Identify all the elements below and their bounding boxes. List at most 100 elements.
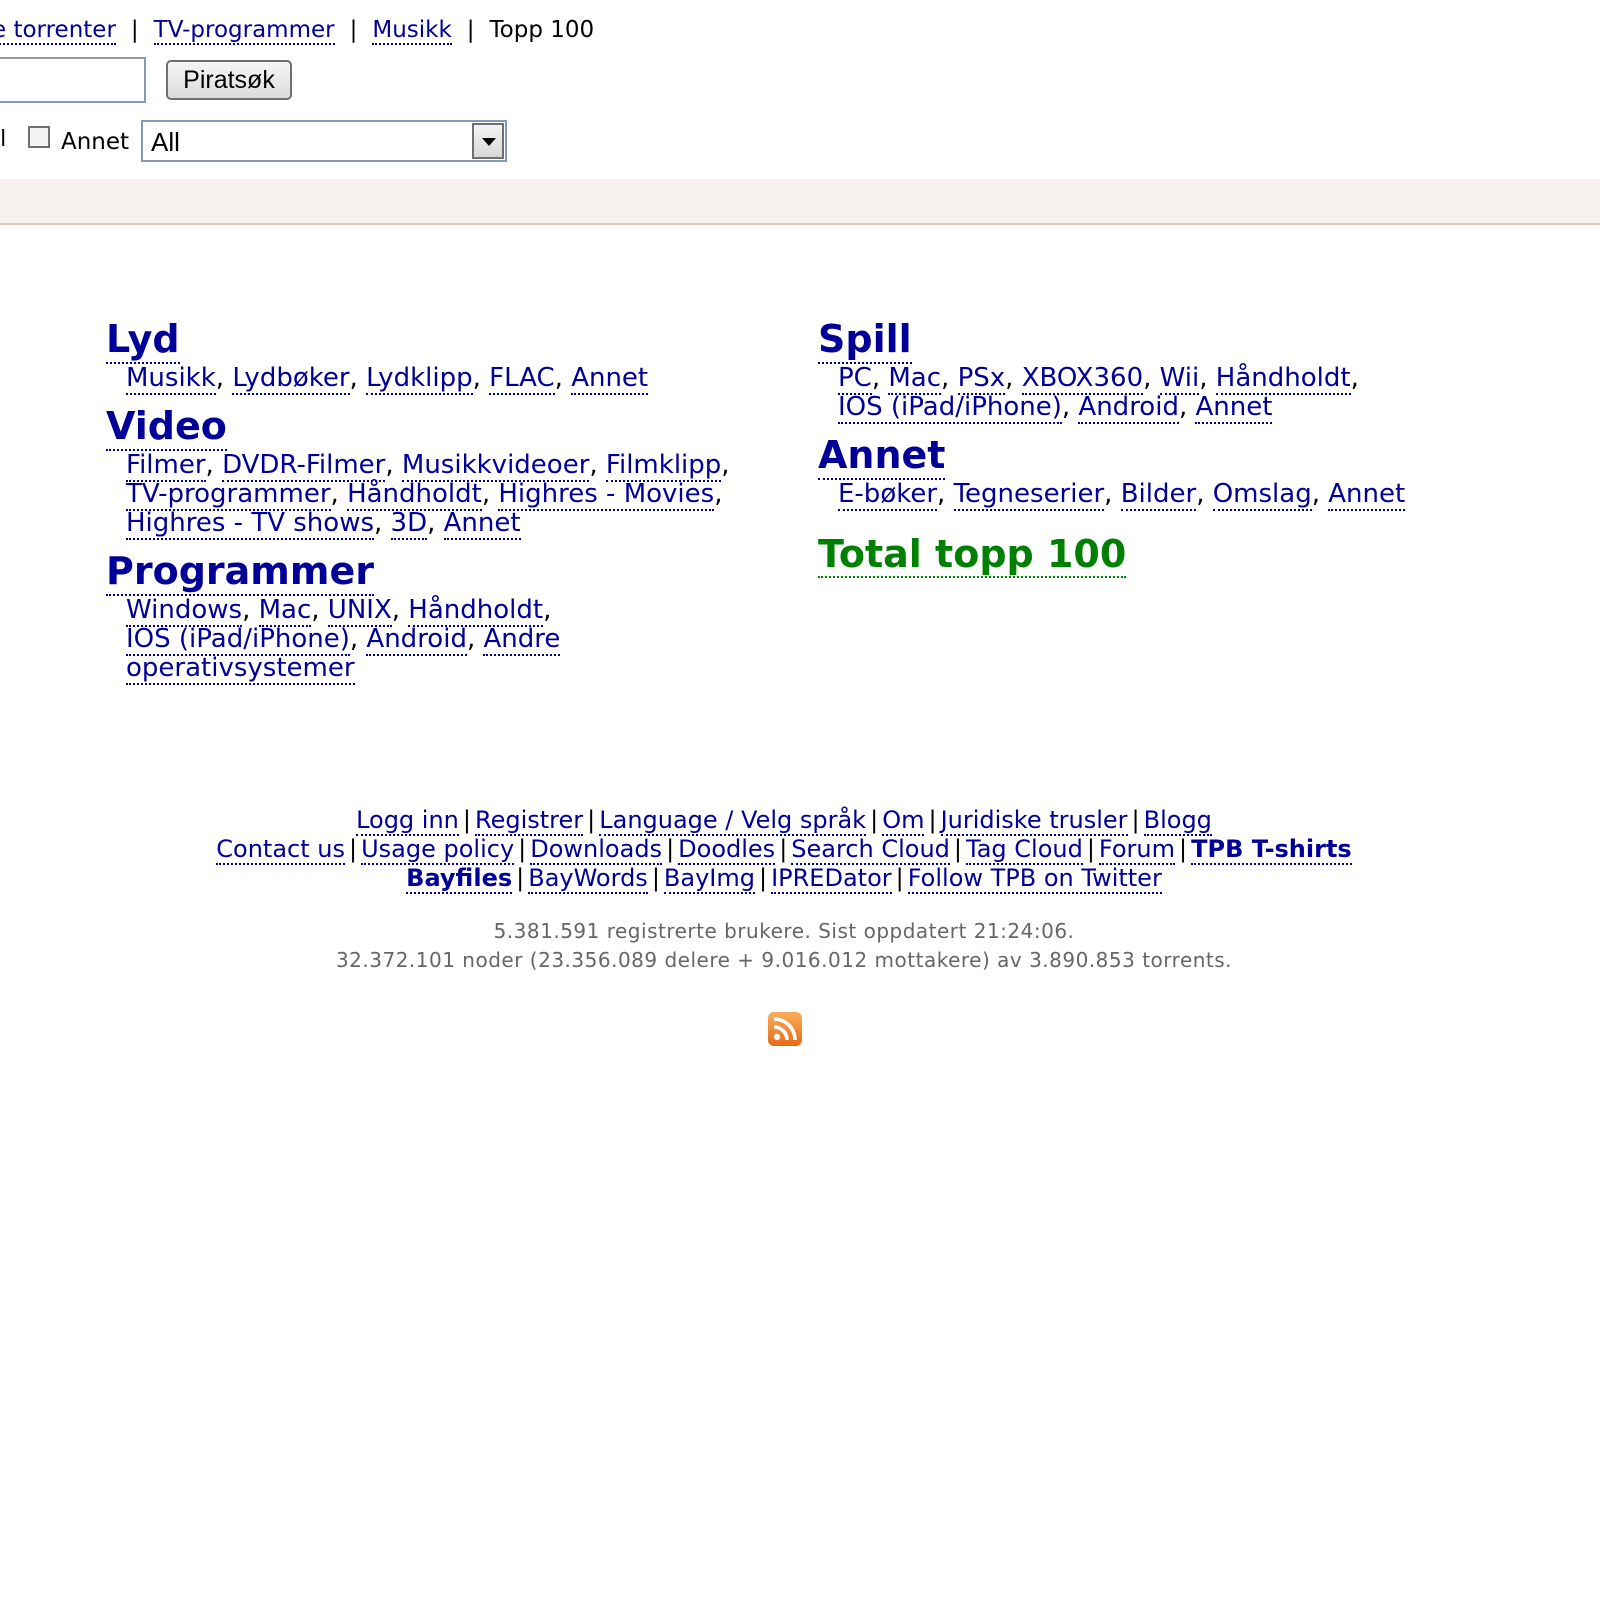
footer-link-usage-policy[interactable]: Usage policy (361, 835, 515, 865)
header-band (0, 179, 1600, 225)
footer-separator: | (516, 864, 525, 892)
nav-separator: | (130, 17, 139, 43)
subcategory-list: Filmer, DVDR-Filmer, Musikkvideoer, Film… (126, 450, 730, 540)
top-navigation: e torrenter | TV-programmer | Musikk | Topp 10… (0, 14, 594, 46)
subcategory-link-bilder[interactable]: Bilder (1120, 479, 1197, 511)
footer-link-baywords[interactable]: BayWords (528, 864, 648, 894)
footer-link-tpb-t-shirts[interactable]: TPB T-shirts (1191, 835, 1352, 865)
subcategory-link-3d[interactable]: 3D (390, 508, 428, 540)
subcategory-link-ios-ipad-iphone[interactable]: IOS (iPad/iPhone) (126, 624, 350, 656)
subcategory-link-lydklipp[interactable]: Lydklipp (366, 363, 473, 395)
site-statistics: 5.381.591 registrerte brukere. Sist oppd… (0, 917, 1568, 975)
subcategory-link-xbox360[interactable]: XBOX360 (1021, 363, 1144, 395)
footer-link-om[interactable]: Om (882, 806, 925, 836)
subcategory-link-annet[interactable]: Annet (571, 363, 649, 395)
annet-checkbox[interactable] (28, 126, 50, 148)
category-select-value: All (151, 127, 180, 157)
nav-link-tv-programmer[interactable]: TV-programmer (153, 17, 335, 45)
subcategory-link-håndholdt[interactable]: Håndholdt (408, 595, 544, 627)
subcategory-link-annet[interactable]: Annet (1195, 392, 1273, 424)
footer-link-ipredator[interactable]: IPREDator (771, 864, 892, 894)
footer-link-forum[interactable]: Forum (1098, 835, 1176, 865)
select-dropdown-button[interactable] (472, 123, 504, 159)
subcategory-link-musikk[interactable]: Musikk (126, 363, 216, 395)
subcategory-link-håndholdt[interactable]: Håndholdt (1215, 363, 1351, 395)
nav-link-musikk[interactable]: Musikk (372, 17, 452, 45)
footer-separator: | (518, 835, 527, 863)
subcategory-link-tv-programmer[interactable]: TV-programmer (126, 479, 331, 511)
footer-separator: | (1131, 806, 1140, 834)
subcategory-link-omslag[interactable]: Omslag (1212, 479, 1312, 511)
footer-link-row: Logg inn | Registrer | Language / Velg språk… (0, 806, 1568, 836)
rss-feed-icon[interactable] (768, 1012, 802, 1046)
footer-separator: | (870, 806, 879, 834)
category-column-left: Lyd Musikk, Lydbøker, Lydklipp, FLAC, Ann… (106, 316, 786, 693)
footer-separator: | (587, 806, 596, 834)
category-heading-spill[interactable]: Spill (818, 316, 912, 364)
subcategory-link-flac[interactable]: FLAC (489, 363, 555, 395)
subcategory-link-filmer[interactable]: Filmer (126, 450, 206, 482)
subcategory-link-annet[interactable]: Annet (1328, 479, 1406, 511)
subcategory-link-mac[interactable]: Mac (888, 363, 942, 395)
subcategory-link-ios-ipad-iphone[interactable]: IOS (iPad/iPhone) (838, 392, 1062, 424)
subcategory-link-unix[interactable]: UNIX (327, 595, 392, 627)
subcategory-link-håndholdt[interactable]: Håndholdt (347, 479, 482, 511)
category-heading-annet[interactable]: Annet (818, 432, 946, 480)
search-button[interactable]: Piratsøk (166, 60, 292, 100)
footer-link-blogg[interactable]: Blogg (1143, 806, 1212, 836)
subcategory-link-mac[interactable]: Mac (258, 595, 312, 627)
footer-separator: | (928, 806, 937, 834)
category-heading-video[interactable]: Video (106, 403, 227, 451)
footer-link-language-velg-språk[interactable]: Language / Velg språk (599, 806, 867, 836)
footer-link-downloads[interactable]: Downloads (530, 835, 663, 865)
subcategory-link-e-bøker[interactable]: E-bøker (838, 479, 938, 511)
cut-off-category-label: ll (0, 127, 7, 152)
category-heading-programmer[interactable]: Programmer (106, 548, 374, 596)
footer-separator: | (953, 835, 963, 863)
footer-link-registrer[interactable]: Registrer (474, 806, 584, 836)
footer-separator: | (779, 835, 788, 863)
category-column-right: Spill PC, Mac, PSx, XBOX360, Wii, Håndhol… (818, 316, 1498, 578)
subcategory-list: E-bøker, Tegneserier, Bilder, Omslag, An… (838, 479, 1406, 511)
subcategory-link-dvdr-filmer[interactable]: DVDR-Filmer (222, 450, 386, 482)
footer-link-bayfiles[interactable]: Bayfiles (406, 864, 513, 894)
stats-users-line: 5.381.591 registrerte brukere. Sist oppd… (493, 919, 1075, 943)
footer-link-doodles[interactable]: Doodles (678, 835, 776, 865)
subcategory-link-psx[interactable]: PSx (957, 363, 1006, 395)
subcategory-list: Windows, Mac, UNIX, Håndholdt, IOS (iPad… (126, 595, 561, 685)
subcategory-link-highres-movies[interactable]: Highres - Movies (498, 479, 715, 511)
total-top-100-link[interactable]: Total topp 100 (818, 532, 1127, 578)
footer-link-tag-cloud[interactable]: Tag Cloud (966, 835, 1083, 865)
footer-separator: | (651, 864, 660, 892)
category-heading-lyd[interactable]: Lyd (106, 316, 180, 364)
subcategory-link-tegneserier[interactable]: Tegneserier (953, 479, 1105, 511)
footer-links: Logg inn | Registrer | Language / Velg språk… (0, 806, 1568, 894)
category-select[interactable]: All (141, 120, 507, 162)
footer-separator: | (349, 835, 358, 863)
footer-link-juridiske-trusler[interactable]: Juridiske trusler (940, 806, 1128, 836)
nav-link-topp-100: Topp 100 (489, 17, 595, 43)
subcategory-link-pc[interactable]: PC (838, 363, 872, 395)
subcategory-link-annet[interactable]: Annet (443, 508, 521, 540)
footer-link-contact-us[interactable]: Contact us (216, 835, 345, 865)
subcategory-link-android[interactable]: Android (1078, 392, 1179, 424)
subcategory-link-android[interactable]: Android (366, 624, 467, 656)
subcategory-list: Musikk, Lydbøker, Lydklipp, FLAC, Annet (126, 363, 649, 395)
footer-link-logg-inn[interactable]: Logg inn (356, 806, 459, 836)
footer-link-search-cloud[interactable]: Search Cloud (791, 835, 950, 865)
subcategory-link-musikkvideoer[interactable]: Musikkvideoer (401, 450, 590, 482)
subcategory-link-filmklipp[interactable]: Filmklipp (605, 450, 722, 482)
footer-separator: | (895, 864, 904, 892)
footer-link-follow-tpb-on-twitter[interactable]: Follow TPB on Twitter (907, 864, 1162, 894)
footer-separator: | (1179, 835, 1188, 863)
subcategory-link-lydbøker[interactable]: Lydbøker (232, 363, 350, 395)
annet-checkbox-label[interactable]: Annet (61, 129, 129, 155)
subcategory-link-windows[interactable]: Windows (126, 595, 243, 627)
footer-link-bayimg[interactable]: BayImg (663, 864, 755, 894)
subcategory-link-wii[interactable]: Wii (1159, 363, 1200, 395)
chevron-down-icon (482, 138, 496, 146)
nav-separator: | (349, 17, 358, 43)
subcategory-link-highres-tv-shows[interactable]: Highres - TV shows (126, 508, 375, 540)
search-input[interactable] (0, 57, 146, 103)
nav-link-e-torrenter[interactable]: e torrenter (0, 17, 116, 45)
